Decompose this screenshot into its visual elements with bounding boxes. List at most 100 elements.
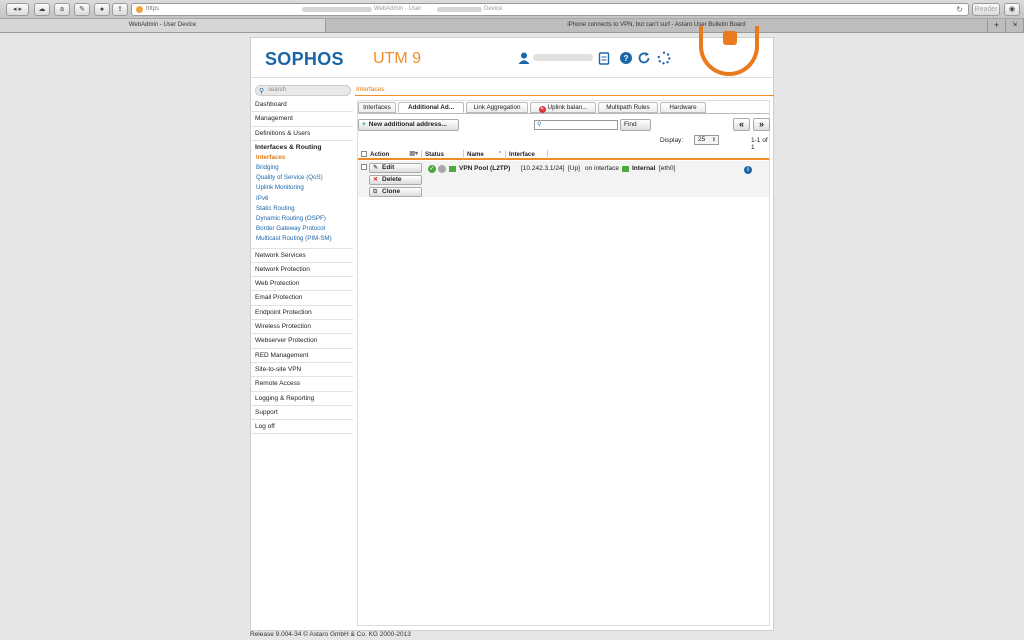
select-arrows-icon: ⇕ [711,137,716,143]
tab-additional-addresses[interactable]: Additional Ad... [398,102,464,113]
new-tab-icon[interactable]: + [988,19,1006,32]
redacted-username [533,54,593,61]
product-name: UTM 9 [373,50,421,67]
sidebar-item-network-protection[interactable]: Network Protection [251,263,353,278]
svg-text:?: ? [624,54,629,63]
redacted-hostname [302,7,372,12]
row-interface-name[interactable]: Internal [632,165,655,172]
release-footer: Release 9.004-34 © Astaro GmbH & Co. KG … [250,631,411,638]
sidebar-item-log-off[interactable]: Log off [251,420,353,435]
sidebar-item-email-protection[interactable]: Email Protection [251,291,353,306]
find-button[interactable]: Find [620,119,651,131]
tab-link-aggregation[interactable]: Link Aggregation [466,102,528,113]
refresh-icon[interactable] [637,51,651,65]
sidebar-sub-bridging[interactable]: Bridging [255,163,353,173]
clone-icon: ⧉ [373,189,378,195]
edit-label: Edit [382,164,395,171]
display-select[interactable]: 25 ⇕ [694,135,719,145]
sidebar-item-site-to-site-vpn[interactable]: Site-to-site VPN [251,363,353,378]
sort-icon: ⌃ [497,151,502,157]
sidebar-item-network-services[interactable]: Network Services [251,249,353,263]
info-icon[interactable]: i [744,166,752,174]
breadcrumb: Interfaces [355,83,774,96]
icloud-icon[interactable]: ☁ [34,3,50,16]
sidebar-item-remote-access[interactable]: Remote Access [251,377,353,392]
sidebar-sub-static-routing[interactable]: Static Routing [255,204,353,214]
redacted-username [437,7,482,12]
search-icon: ⚲ [537,122,542,128]
edit-icon: ✎ [373,165,379,171]
th-status[interactable]: Status [422,150,464,159]
sidebar-item-management[interactable]: Management [251,112,353,127]
sidebar-item-endpoint-protection[interactable]: Endpoint Protection [251,306,353,321]
row-checkbox[interactable] [361,164,367,170]
sidebar-sub-ospf[interactable]: Dynamic Routing (OSPF) [255,214,353,224]
sidebar-item-dashboard[interactable]: Dashboard [251,98,353,113]
sidebar-item-red-management[interactable]: RED Management [251,349,353,363]
sidebar-sub-ipv6[interactable]: IPv6 [255,194,353,204]
amazon-icon[interactable]: a [54,3,70,16]
sidebar-item-definitions-users[interactable]: Definitions & Users [251,127,353,141]
tab-overflow-icon[interactable]: ⇲ [1006,19,1024,32]
address-bar[interactable]: https WebAdmin - User Device ↻ [131,3,969,16]
edit-button[interactable]: ✎ Edit [369,163,422,173]
search-input[interactable]: ⚲ search [255,85,351,96]
new-additional-address-button[interactable]: + New additional address... [358,119,459,131]
dropdown-icon[interactable]: ▤▾ [409,150,418,159]
site-icon [136,6,143,13]
sidebar-sub-multicast[interactable]: Multicast Routing (PIM-SM) [255,234,353,244]
browser-tab-forum[interactable]: iPhone connects to VPN, but can't surf -… [326,19,988,32]
th-name-label: Name [467,151,484,158]
sidebar-item-webserver-protection[interactable]: Webserver Protection [251,334,353,349]
sophos-ring-graphic [699,26,759,76]
wrench-icon[interactable]: ✎ [74,3,90,16]
sidebar-item-web-protection[interactable]: Web Protection [251,277,353,292]
enabled-toggle-icon[interactable]: ✓ [428,165,436,173]
main-content: Interfaces Additional Ad... Link Aggrega… [357,100,770,626]
tab-uplink-balancing[interactable]: ✕ Uplink balan... [530,102,596,113]
th-interface[interactable]: Interface [506,150,548,159]
tab-multipath-rules[interactable]: Multipath Rules [598,102,658,113]
sidebar-sub-interfaces[interactable]: Interfaces [255,153,353,163]
back-forward-button[interactable]: ◂ ▸ [6,3,29,16]
page-count: 1-1 of 1 [751,137,768,151]
share-icon[interactable]: ⇪ [112,3,128,16]
th-action[interactable]: Action ▤▾ [358,150,422,159]
user-icon[interactable] [517,51,531,65]
th-name[interactable]: Name ⌃ [464,150,506,159]
delete-button[interactable]: ✕ Delete [369,175,422,185]
sidebar-sub-uplink-monitoring[interactable]: Uplink Monitoring [255,183,353,193]
url-text: https [146,6,160,12]
activity-spinner-icon [657,51,671,65]
reload-icon[interactable]: ↻ [956,5,963,14]
hexagon-icon [723,31,737,45]
prev-page-button[interactable]: « [733,118,750,131]
toolbar-extension-icon[interactable]: ● [94,3,110,16]
tab-interfaces[interactable]: Interfaces [358,102,396,113]
delete-icon: ✕ [373,177,379,183]
sidebar-item-support[interactable]: Support [251,406,353,421]
delete-label: Delete [382,176,402,183]
downloads-icon[interactable]: ◉ [1004,3,1020,16]
browser-tab-webadmin[interactable]: WebAdmin - User Device [0,19,326,32]
sidebar-sub-bgp[interactable]: Border Gateway Protocol [255,224,353,234]
help-icon[interactable]: ? [619,51,633,65]
reader-button[interactable]: Reader [972,3,1000,16]
sidebar-group-title[interactable]: Interfaces & Routing [255,144,353,151]
find-input[interactable]: ⚲ [534,120,618,130]
clone-button[interactable]: ⧉ Clone [369,187,422,197]
tab-hardware[interactable]: Hardware [660,102,706,113]
select-all-checkbox[interactable] [361,151,367,157]
breadcrumb-current: Interfaces [356,86,385,93]
sidebar-nav: Dashboard Management Definitions & Users… [251,98,353,435]
table-header: Action ▤▾ Status Name ⌃ Interface [358,150,769,160]
sidebar-sub-qos[interactable]: Quality of Service (QoS) [255,173,353,183]
clipboard-icon[interactable] [597,51,611,65]
sidebar-item-logging-reporting[interactable]: Logging & Reporting [251,392,353,406]
next-page-button[interactable]: » [753,118,770,131]
display-label: Display: [660,137,684,144]
display-value: 25 [698,136,706,143]
th-action-label: Action [370,151,390,158]
sidebar-item-wireless-protection[interactable]: Wireless Protection [251,320,353,335]
row-name[interactable]: VPN Pool (L2TP) [459,165,510,172]
